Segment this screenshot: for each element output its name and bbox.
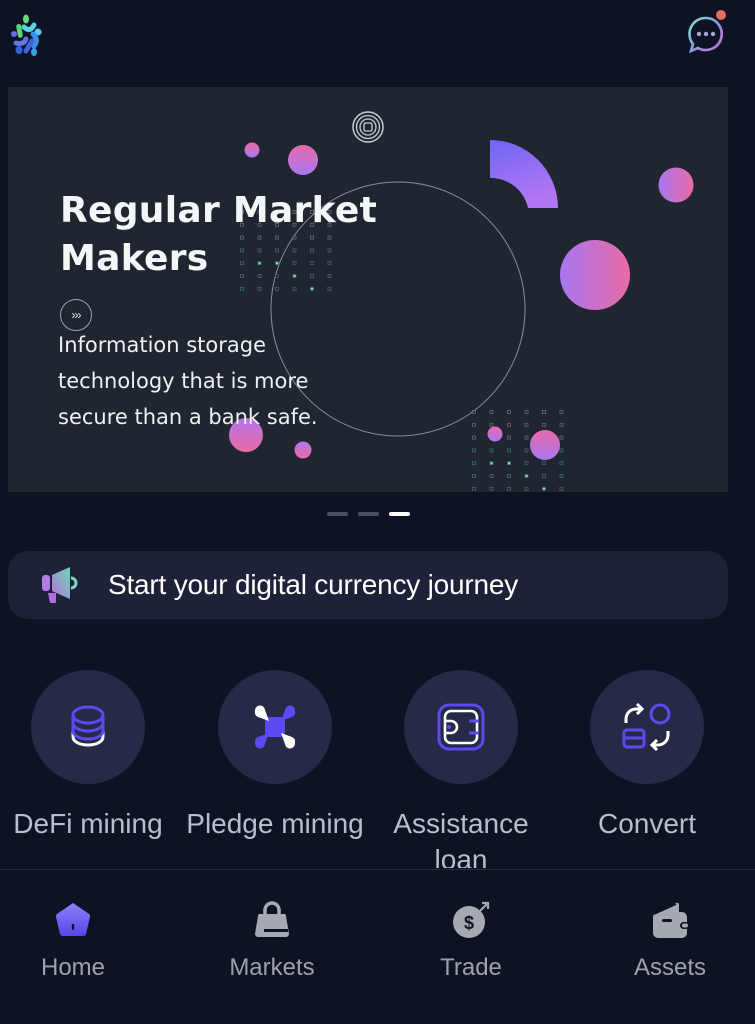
exchange-icon (622, 703, 671, 751)
grid-dot (327, 286, 332, 291)
grid-dot (472, 461, 476, 466)
notification-dot (716, 10, 726, 20)
carousel-dot[interactable] (327, 512, 348, 516)
carousel-indicators (327, 512, 410, 518)
grid-dot (489, 422, 494, 427)
feature-convert[interactable]: Convert (554, 670, 740, 842)
bottom-tab-bar: Home Markets $ Trade Assets (0, 869, 755, 1024)
feature-icon-circle (404, 670, 518, 784)
grid-dot (507, 422, 511, 427)
tab-assets[interactable]: Assets (595, 900, 745, 982)
grid-dot (472, 448, 476, 453)
grid-dot (507, 474, 511, 478)
grid-dot (559, 448, 564, 453)
feature-icon-circle (590, 670, 704, 784)
feature-label: Assistance loan (393, 808, 529, 868)
feature-label: Convert (597, 808, 697, 839)
grid-dot (559, 435, 564, 440)
grid-dot (559, 474, 564, 478)
grid-dot (489, 486, 494, 491)
promo-banner[interactable]: Regular Market Makers ››› Information st… (8, 87, 728, 492)
feature-grid: DeFi mining Pledge mining Assistance loa… (0, 670, 755, 868)
grid-dot (524, 474, 529, 478)
bubble (530, 430, 560, 460)
grid-dot (472, 486, 476, 491)
feature-defi-mining[interactable]: DeFi mining (0, 670, 181, 842)
dollar-trade-icon: $ (453, 900, 491, 938)
grid-dot (275, 286, 279, 291)
feature-assistance-loan[interactable]: Assistance loan (368, 670, 554, 868)
bag-icon (255, 901, 289, 937)
chat-icon[interactable] (682, 8, 730, 56)
grid-dot (507, 486, 511, 491)
grid-dot (489, 448, 494, 453)
grid-dot (489, 461, 494, 466)
nodes-network-icon (254, 705, 296, 749)
grid-dot (524, 448, 529, 453)
bubble (244, 142, 260, 158)
banner-description: Information storage technology that is m… (58, 333, 318, 429)
tab-label: Assets (633, 954, 707, 981)
grid-dot (472, 474, 476, 478)
coin-stack-icon (71, 705, 105, 747)
tab-home[interactable]: Home (0, 900, 148, 982)
quarter-arc-shape (490, 140, 558, 208)
grid-dot (559, 486, 564, 491)
grid-dot (507, 461, 511, 466)
carousel-dot-active[interactable] (389, 512, 410, 516)
grid-dot (559, 410, 564, 414)
bubble (658, 167, 694, 203)
grid-dot (542, 474, 546, 478)
carousel-dot[interactable] (358, 512, 379, 516)
grid-dot (489, 474, 494, 478)
bubble (560, 240, 630, 310)
grid-dot (559, 422, 564, 427)
feature-pledge-mining[interactable]: Pledge mining (182, 670, 368, 842)
grid-dot (559, 461, 564, 466)
grid-dot (524, 461, 529, 466)
svg-text:$: $ (464, 913, 474, 933)
grid-dot (257, 286, 262, 291)
grid-dot (507, 435, 511, 440)
tab-label: Trade (440, 954, 502, 981)
announcement-text: Start your digital currency journey (108, 569, 519, 600)
megaphone-icon (42, 567, 78, 603)
grid-dot (489, 410, 494, 414)
grid-dot (542, 486, 546, 491)
tab-markets[interactable]: Markets (197, 900, 347, 982)
grid-dot (507, 410, 511, 414)
tab-trade[interactable]: $ Trade (396, 900, 546, 982)
announcement-bar[interactable]: Start your digital currency journey (8, 551, 728, 619)
grid-dot (507, 448, 511, 453)
app-logo-icon[interactable] (6, 10, 52, 56)
feature-icon-circle (31, 670, 145, 784)
bubble (487, 426, 503, 442)
wallet-card-icon (437, 703, 485, 751)
grid-dot (310, 286, 314, 291)
tab-label: Markets (229, 954, 315, 981)
bubble (288, 145, 318, 175)
tab-label: Home (40, 954, 106, 981)
home-icon (55, 903, 91, 937)
grid-dot (524, 435, 529, 440)
chip-coin-icon (352, 111, 384, 143)
feature-label: Pledge mining (186, 808, 364, 839)
grid-dot (524, 486, 529, 491)
grid-dot (524, 422, 529, 427)
grid-dot (472, 435, 476, 440)
wallet-icon (653, 902, 689, 938)
feature-label: DeFi mining (13, 808, 163, 839)
grid-dot (542, 422, 546, 427)
grid-dot (292, 286, 297, 291)
grid-dot (542, 461, 546, 466)
grid-dot (240, 286, 244, 291)
grid-dot (542, 410, 546, 414)
top-bar (0, 0, 755, 80)
grid-dot (472, 422, 476, 427)
feature-icon-circle (218, 670, 332, 784)
bubble (294, 441, 312, 459)
grid-dot (524, 410, 529, 414)
banner-title: Regular Market Makers (60, 190, 378, 279)
